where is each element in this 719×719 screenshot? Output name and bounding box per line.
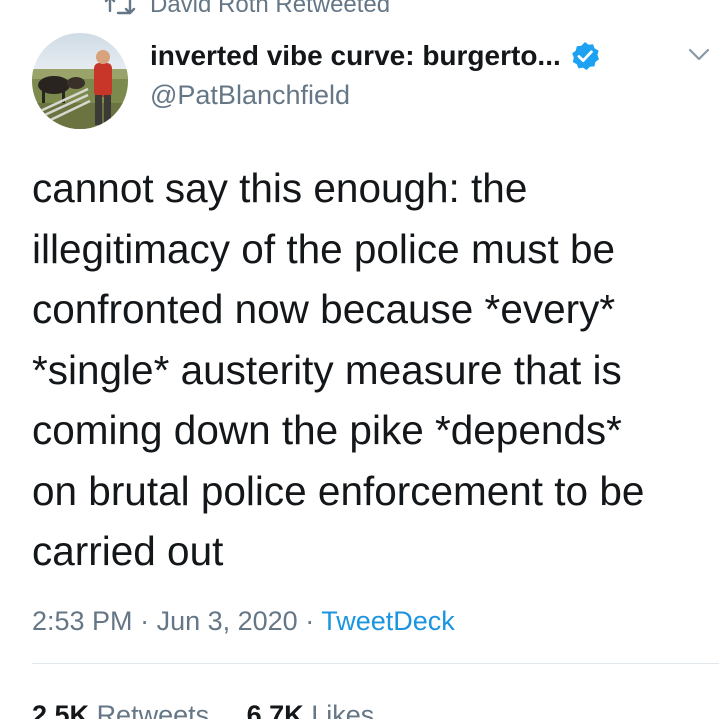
retweets-label: Retweets (96, 700, 210, 719)
verified-badge-icon (571, 42, 599, 70)
tweet-text-line: on brutal police enforcement to be (32, 467, 645, 514)
tweet-text-line: coming down the pike *depends* (32, 407, 622, 453)
avatar[interactable] (32, 33, 128, 129)
retweets-stat[interactable]: 2.5K Retweets (32, 700, 209, 719)
divider (32, 663, 719, 664)
avatar-image (32, 33, 128, 129)
tweet-page: David Roth Retweeted inverted vibe curve… (0, 0, 719, 719)
likes-label: Likes (311, 700, 375, 719)
author-handle[interactable]: @PatBlanchfield (150, 80, 350, 111)
tweet-meta: 2:53 PM · Jun 3, 2020 · TweetDeck (32, 606, 455, 637)
tweet-text-line: carried out (32, 528, 224, 574)
tweet-date[interactable]: Jun 3, 2020 (157, 606, 298, 636)
tweet-text: cannot say this enough: the illegitimacy… (32, 158, 712, 582)
retweets-count: 2.5K (32, 700, 90, 719)
tweet-text-line: cannot say this enough: the (32, 165, 528, 211)
likes-count: 6.7K (246, 700, 304, 719)
author-display-name[interactable]: inverted vibe curve: burgerto... (150, 40, 561, 72)
tweet-source-link[interactable]: TweetDeck (321, 606, 455, 636)
chevron-down-icon[interactable] (688, 48, 710, 62)
tweet-text-line: confronted now because *every* (32, 286, 616, 332)
meta-separator: · (140, 606, 157, 636)
tweet-time[interactable]: 2:53 PM (32, 606, 133, 636)
author-name-row[interactable]: inverted vibe curve: burgerto... (150, 40, 601, 72)
retweet-icon (104, 0, 136, 15)
retweet-context[interactable]: David Roth Retweeted (104, 0, 390, 22)
tweet-text-line: *single* austerity measure that is (32, 346, 622, 393)
retweet-label: David Roth Retweeted (150, 0, 391, 18)
meta-separator: · (305, 606, 322, 636)
likes-stat[interactable]: 6.7K Likes (247, 700, 375, 719)
tweet-text-line: illegitimacy of the police must be (32, 225, 616, 272)
tweet-stats: 2.5K Retweets 6.7K Likes (32, 700, 374, 719)
